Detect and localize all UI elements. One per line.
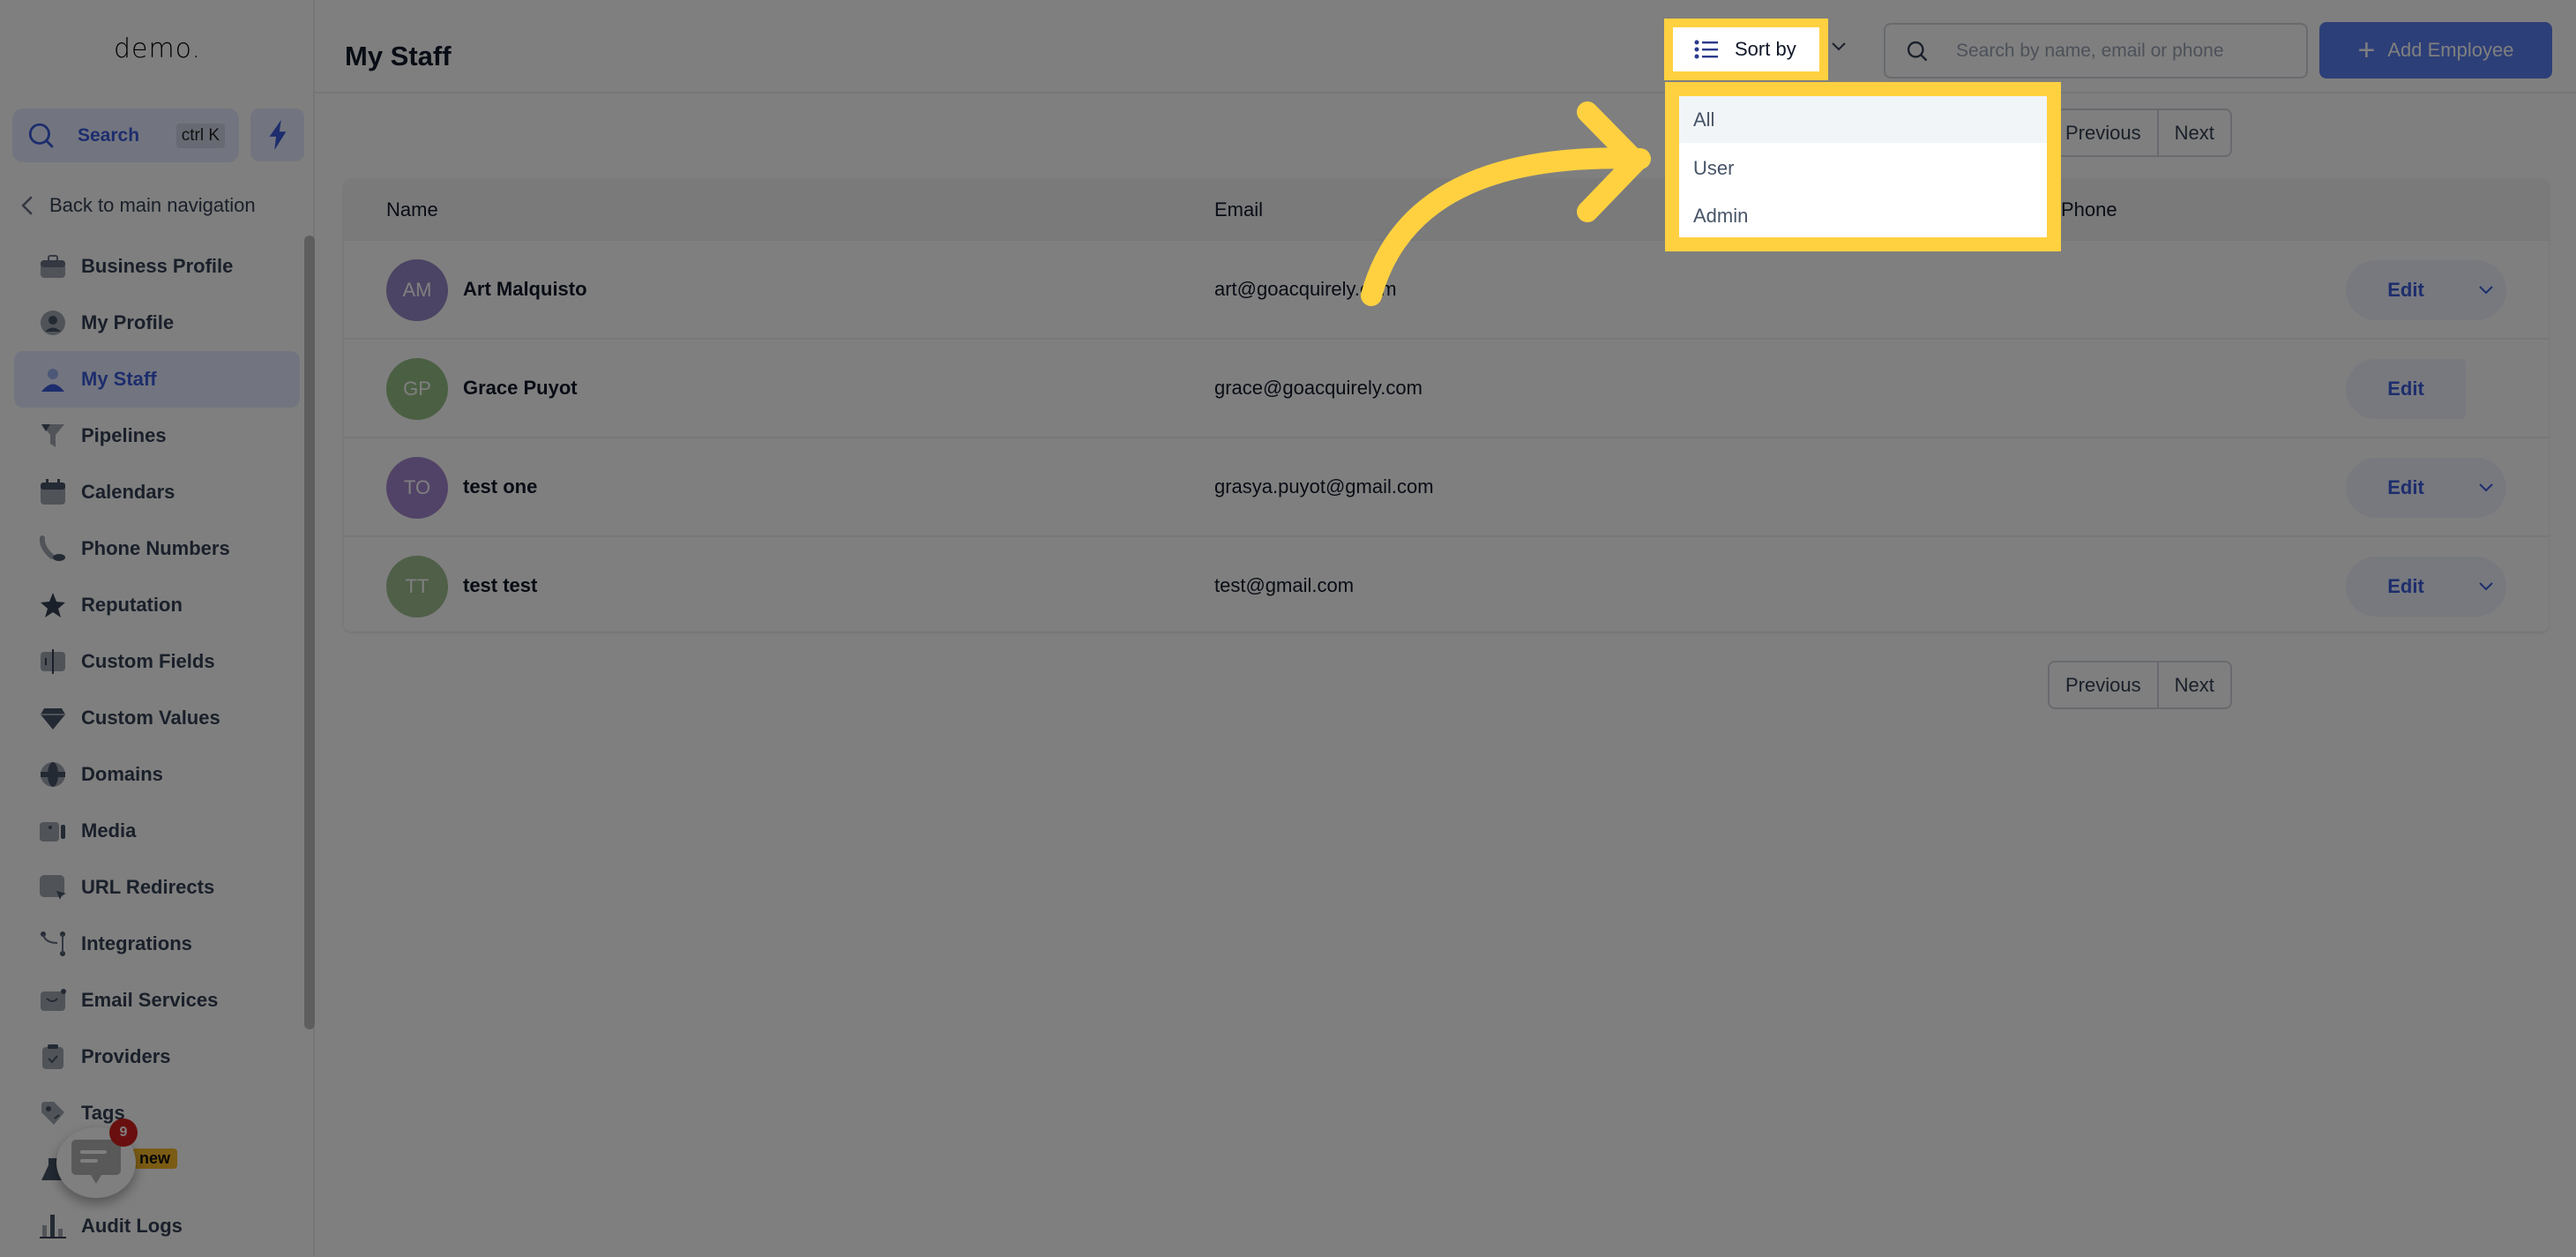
sort-dropdown-highlight: All User Admin [1665, 82, 2061, 251]
sort-option-admin[interactable]: Admin [1679, 194, 2047, 237]
sort-by-highlight: Sort by [1664, 19, 1828, 80]
list-icon [1694, 40, 1718, 59]
tutorial-dim-overlay [0, 0, 2576, 1257]
sort-by-label: Sort by [1735, 38, 1796, 60]
tutorial-arrow-icon [1361, 101, 1651, 306]
sort-dropdown-menu: All User Admin [1679, 96, 2047, 237]
sort-option-user[interactable]: User [1679, 143, 2047, 194]
sort-by-button[interactable]: Sort by [1673, 27, 1819, 71]
sort-option-all[interactable]: All [1679, 96, 2047, 143]
